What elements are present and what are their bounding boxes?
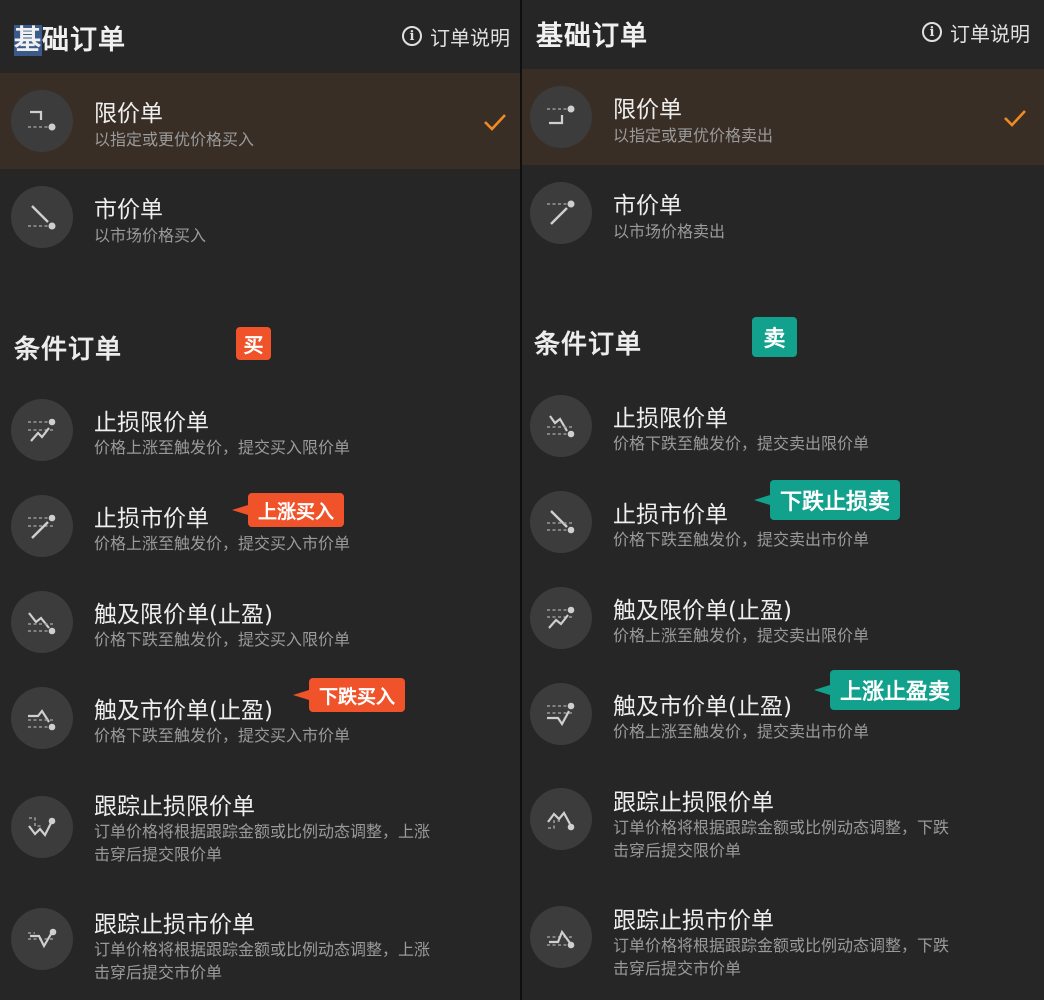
order-desc: 价格下跌至触发价，提交卖出限价单 [613,434,870,453]
order-type-market[interactable]: 市价单 以市场价格买入 [0,169,520,265]
order-type-stop-limit[interactable]: 止损限价单 价格上涨至触发价，提交买入限价单 [0,384,520,480]
order-type-trailing-stop-limit[interactable]: 跟踪止损限价单 订单价格将根据跟踪金额或比例动态调整，上涨 击穿后提交限价单 [0,768,520,886]
order-desc-line1: 订单价格将根据跟踪金额或比例动态调整，下跌 [613,936,950,955]
order-type-stop-market[interactable]: 止损市价单 价格下跌至触发价，提交卖出市价单 下跌止损卖 [522,476,1044,572]
stop-market-icon [530,491,592,553]
touch-limit-icon [11,591,73,653]
header: 基础订单 i 订单说明 [0,0,520,70]
order-desc-line1: 订单价格将根据跟踪金额或比例动态调整，上涨 [94,940,431,959]
section-title-conditional: 条件订单 [14,335,123,365]
touch-market-icon [11,687,73,749]
info-icon: i [922,22,942,42]
order-type-limit[interactable]: 限价单 以指定或更优价格买入 [0,73,520,169]
order-desc: 以市场价格卖出 [613,222,726,241]
order-help-link[interactable]: i 订单说明 [922,18,1030,46]
order-title: 止损限价单 [613,406,728,432]
order-title: 触及市价单(止盈) [94,698,273,724]
selected-text: 基 [14,25,42,56]
order-type-trailing-stop-market[interactable]: 跟踪止损市价单 订单价格将根据跟踪金额或比例动态调整，下跌 击穿后提交市价单 [522,882,1044,1000]
order-type-limit[interactable]: 限价单 以指定或更优价格卖出 [522,69,1044,165]
order-type-touch-limit[interactable]: 触及限价单(止盈) 价格上涨至触发价，提交卖出限价单 [522,572,1044,668]
order-title: 跟踪止损市价单 [94,912,255,938]
order-desc-line2: 击穿后提交限价单 [613,841,742,860]
order-title: 止损市价单 [94,506,209,532]
limit-order-icon [11,90,73,152]
order-desc: 价格上涨至触发价，提交买入限价单 [94,438,351,457]
trailing-stop-limit-icon [11,796,73,858]
order-desc-line1: 订单价格将根据跟踪金额或比例动态调整，上涨 [94,822,431,841]
buy-down-tag: 下跌买入 [292,678,406,712]
order-desc-line1: 订单价格将根据跟踪金额或比例动态调整，下跌 [613,818,950,837]
order-title: 跟踪止损限价单 [94,794,255,820]
order-help-label: 订单说明 [950,21,1030,46]
order-type-trailing-stop-market[interactable]: 跟踪止损市价单 订单价格将根据跟踪金额或比例动态调整，上涨 击穿后提交市价单 [0,886,520,1000]
order-type-touch-limit[interactable]: 触及限价单(止盈) 价格下跌至触发价，提交买入限价单 [0,576,520,672]
sell-badge: 卖 [752,317,797,357]
order-title: 触及限价单(止盈) [613,598,792,624]
order-desc: 价格下跌至触发价，提交买入限价单 [94,630,351,649]
trailing-stop-limit-icon [530,788,592,850]
order-desc-line2: 击穿后提交限价单 [94,845,223,864]
header: 基础订单 i 订单说明 [522,0,1044,70]
order-desc: 价格上涨至触发价，提交卖出市价单 [613,722,870,741]
section-title-conditional: 条件订单 [534,330,643,360]
order-desc: 价格上涨至触发价，提交买入市价单 [94,534,351,553]
touch-limit-icon [530,587,592,649]
sell-order-panel: 基础订单 i 订单说明 限价单 以指定或更优价格卖出 市价单 以市场价格卖出 条… [522,0,1044,1000]
stop-limit-icon [530,395,592,457]
order-title: 止损限价单 [94,410,209,436]
order-title: 跟踪止损市价单 [613,908,774,934]
trailing-stop-market-icon [530,906,592,968]
order-title: 止损市价单 [613,502,728,528]
order-title: 触及市价单(止盈) [613,694,792,720]
order-title: 市价单 [94,197,163,223]
order-title: 限价单 [613,97,682,123]
order-help-label: 订单说明 [430,25,510,50]
buy-badge: 买 [236,327,271,360]
order-desc: 以指定或更优价格买入 [94,130,255,149]
order-type-touch-market[interactable]: 触及市价单(止盈) 价格上涨至触发价，提交卖出市价单 上涨止盈卖 [522,668,1044,764]
title-text: 础订单 [42,25,126,56]
order-desc: 以指定或更优价格卖出 [613,126,774,145]
order-type-stop-market[interactable]: 止损市价单 价格上涨至触发价，提交买入市价单 上涨买入 [0,480,520,576]
buy-order-panel: 基础订单 i 订单说明 限价单 以指定或更优价格买入 市价单 以市场价格买入 条… [0,0,520,1000]
order-title: 跟踪止损限价单 [613,790,774,816]
market-order-icon [11,186,73,248]
touch-market-icon [530,683,592,745]
order-title: 限价单 [94,101,163,127]
info-icon: i [402,26,422,46]
stop-limit-icon [11,399,73,461]
limit-order-icon [530,86,592,148]
sell-take-profit-tag: 上涨止盈卖 [813,670,961,710]
order-desc: 以市场价格买入 [94,226,207,245]
check-icon [1004,110,1026,127]
order-type-trailing-stop-limit[interactable]: 跟踪止损限价单 订单价格将根据跟踪金额或比例动态调整，下跌 击穿后提交限价单 [522,764,1044,882]
trailing-stop-market-icon [11,908,73,970]
order-desc: 价格上涨至触发价，提交卖出限价单 [613,626,870,645]
order-title: 触及限价单(止盈) [94,602,273,628]
order-desc-line2: 击穿后提交市价单 [613,959,742,978]
order-type-market[interactable]: 市价单 以市场价格卖出 [522,165,1044,261]
order-title: 市价单 [613,193,682,219]
order-help-link[interactable]: i 订单说明 [402,22,510,50]
section-title-basic: 基础订单 [14,18,126,57]
check-icon [484,114,506,131]
order-desc: 价格下跌至触发价，提交卖出市价单 [613,530,870,549]
section-title-basic: 基础订单 [536,21,648,52]
order-type-touch-market[interactable]: 触及市价单(止盈) 价格下跌至触发价，提交买入市价单 下跌买入 [0,672,520,768]
order-type-stop-limit[interactable]: 止损限价单 价格下跌至触发价，提交卖出限价单 [522,380,1044,476]
order-desc-line2: 击穿后提交市价单 [94,963,223,982]
market-order-icon [530,182,592,244]
order-desc: 价格下跌至触发价，提交买入市价单 [94,726,351,745]
sell-stop-loss-tag: 下跌止损卖 [753,480,901,520]
buy-up-tag: 上涨买入 [231,493,345,527]
stop-market-icon [11,495,73,557]
